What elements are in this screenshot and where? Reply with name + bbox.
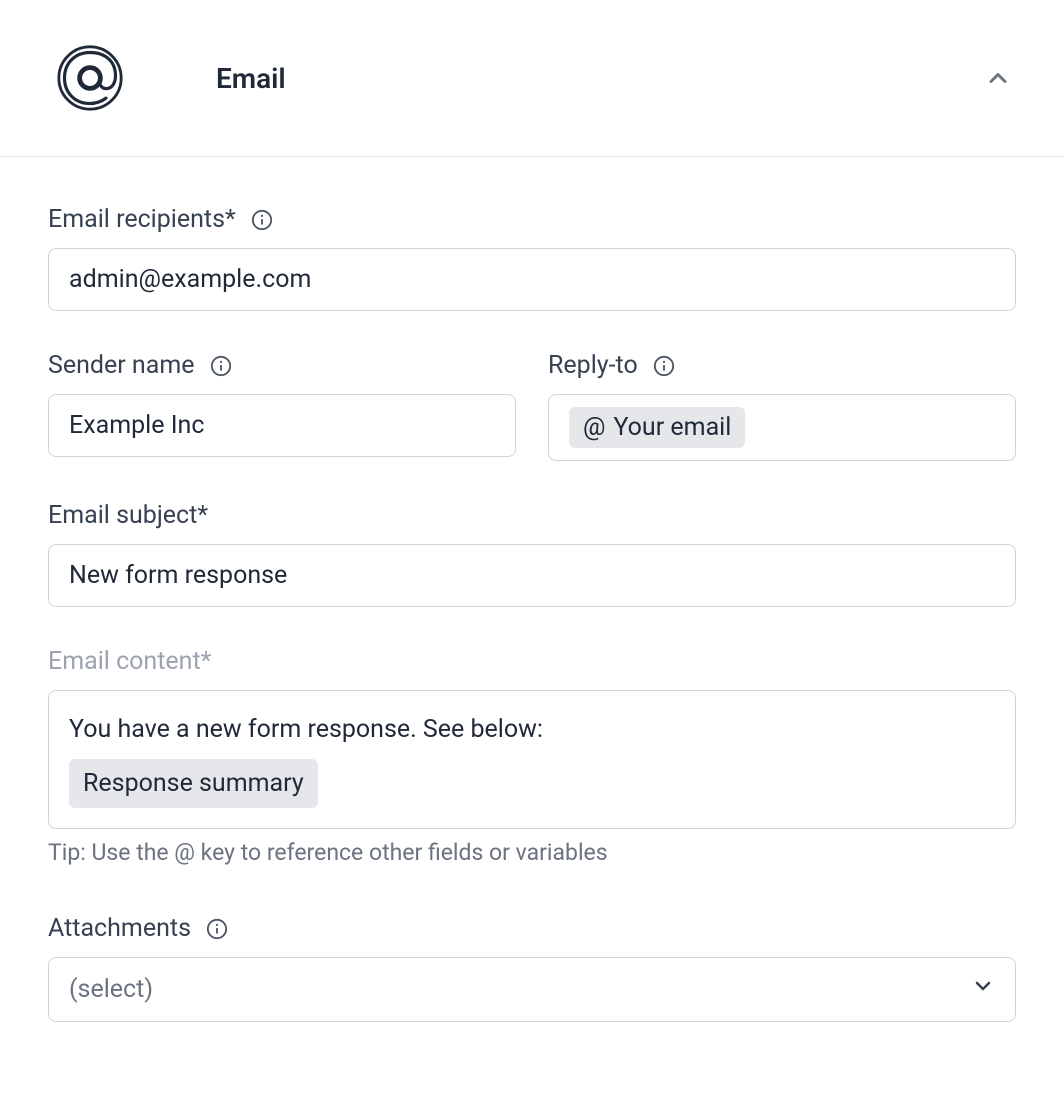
content-editor[interactable]: You have a new form response. See below:… — [48, 690, 1016, 829]
email-panel: Email Email recipients* — [0, 0, 1064, 1070]
label-row: Email content* — [48, 647, 1016, 676]
attachments-label: Attachments — [48, 914, 191, 943]
content-chip[interactable]: Response summary — [69, 759, 318, 809]
reply-to-chip[interactable]: @ Your email — [569, 407, 745, 448]
info-icon[interactable] — [652, 354, 676, 378]
subject-input[interactable] — [48, 544, 1016, 607]
reply-to-label: Reply-to — [548, 351, 638, 380]
label-row: Sender name — [48, 351, 516, 380]
label-row: Email subject* — [48, 501, 1016, 530]
at-sign-icon — [56, 44, 124, 112]
chip-label: Response summary — [83, 765, 304, 803]
at-prefix: @ — [583, 413, 605, 442]
content-text: You have a new form response. See below: — [69, 711, 995, 749]
panel-title: Email — [216, 62, 286, 95]
field-recipients: Email recipients* — [48, 205, 1016, 311]
info-icon[interactable] — [205, 917, 229, 941]
subject-label: Email subject* — [48, 501, 208, 530]
reply-to-input[interactable]: @ Your email — [548, 394, 1016, 461]
sender-input[interactable] — [48, 394, 516, 457]
sender-label: Sender name — [48, 351, 195, 380]
attachments-select[interactable]: (select) — [48, 957, 1016, 1022]
label-row: Email recipients* — [48, 205, 1016, 234]
chevron-up-icon[interactable] — [980, 60, 1016, 96]
content-hint: Tip: Use the @ key to reference other fi… — [48, 839, 1016, 866]
field-content: Email content* You have a new form respo… — [48, 647, 1016, 866]
chip-label: Your email — [613, 413, 731, 442]
field-reply-to: Reply-to @ Your email — [548, 351, 1016, 461]
recipients-label: Email recipients* — [48, 205, 236, 234]
select-placeholder: (select) — [69, 975, 153, 1004]
content-label: Email content* — [48, 647, 211, 676]
field-subject: Email subject* — [48, 501, 1016, 607]
info-icon[interactable] — [209, 354, 233, 378]
chevron-down-icon — [971, 974, 995, 1005]
row-sender-replyto: Sender name Reply-to — [48, 351, 1016, 461]
field-attachments: Attachments (select) — [48, 914, 1016, 1022]
recipients-input[interactable] — [48, 248, 1016, 311]
info-icon[interactable] — [250, 208, 274, 232]
panel-body: Email recipients* Sender name — [0, 157, 1064, 1070]
panel-header: Email — [0, 0, 1064, 157]
field-sender: Sender name — [48, 351, 516, 461]
label-row: Reply-to — [548, 351, 1016, 380]
label-row: Attachments — [48, 914, 1016, 943]
